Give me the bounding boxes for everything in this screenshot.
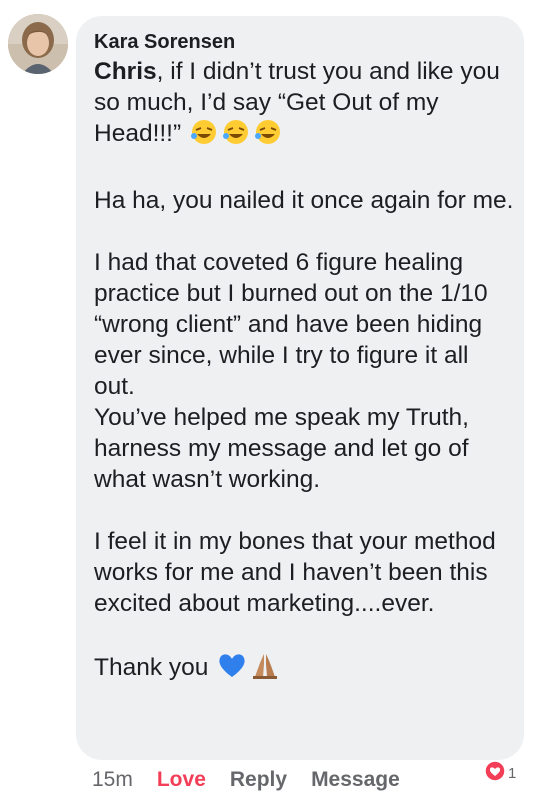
comment-paragraph-5: I feel it in my bones that your method w… — [94, 528, 503, 617]
reaction-summary[interactable]: 1 — [482, 759, 521, 787]
laughing-emoji-icon — [190, 118, 286, 154]
mention-tag[interactable]: Chris — [94, 58, 157, 85]
thank-you-text: Thank you — [94, 654, 209, 681]
comment-paragraph-2: Ha ha, you nailed it once again for me. — [94, 187, 514, 214]
comment-paragraph-6: Thank you — [94, 650, 514, 688]
avatar-photo — [8, 14, 68, 74]
comment-bubble: Kara Sorensen Chris, if I didn’t trust y… — [76, 16, 524, 760]
reaction-count: 1 — [508, 764, 517, 782]
comment-paragraph-4: You’ve helped me speak my Truth, harness… — [94, 404, 476, 493]
heart-reaction-icon — [484, 759, 506, 787]
blue-heart-and-praying-hands-icon — [217, 650, 281, 688]
comment-paragraph-3: I had that coveted 6 figure healing prac… — [94, 249, 495, 400]
comment-author[interactable]: Kara Sorensen — [94, 30, 514, 54]
comment-body: Chris, if I didn’t trust you and like yo… — [94, 56, 514, 154]
comment-line1: , if I didn’t trust you and like you so … — [94, 58, 507, 147]
comment-actions: 15m Love Reply Message — [92, 766, 424, 794]
message-button[interactable]: Message — [311, 766, 400, 794]
comment-timestamp[interactable]: 15m — [92, 766, 133, 794]
avatar[interactable] — [8, 14, 68, 74]
comment-screen: Kara Sorensen Chris, if I didn’t trust y… — [0, 0, 543, 800]
love-button[interactable]: Love — [157, 766, 206, 794]
reply-button[interactable]: Reply — [230, 766, 287, 794]
